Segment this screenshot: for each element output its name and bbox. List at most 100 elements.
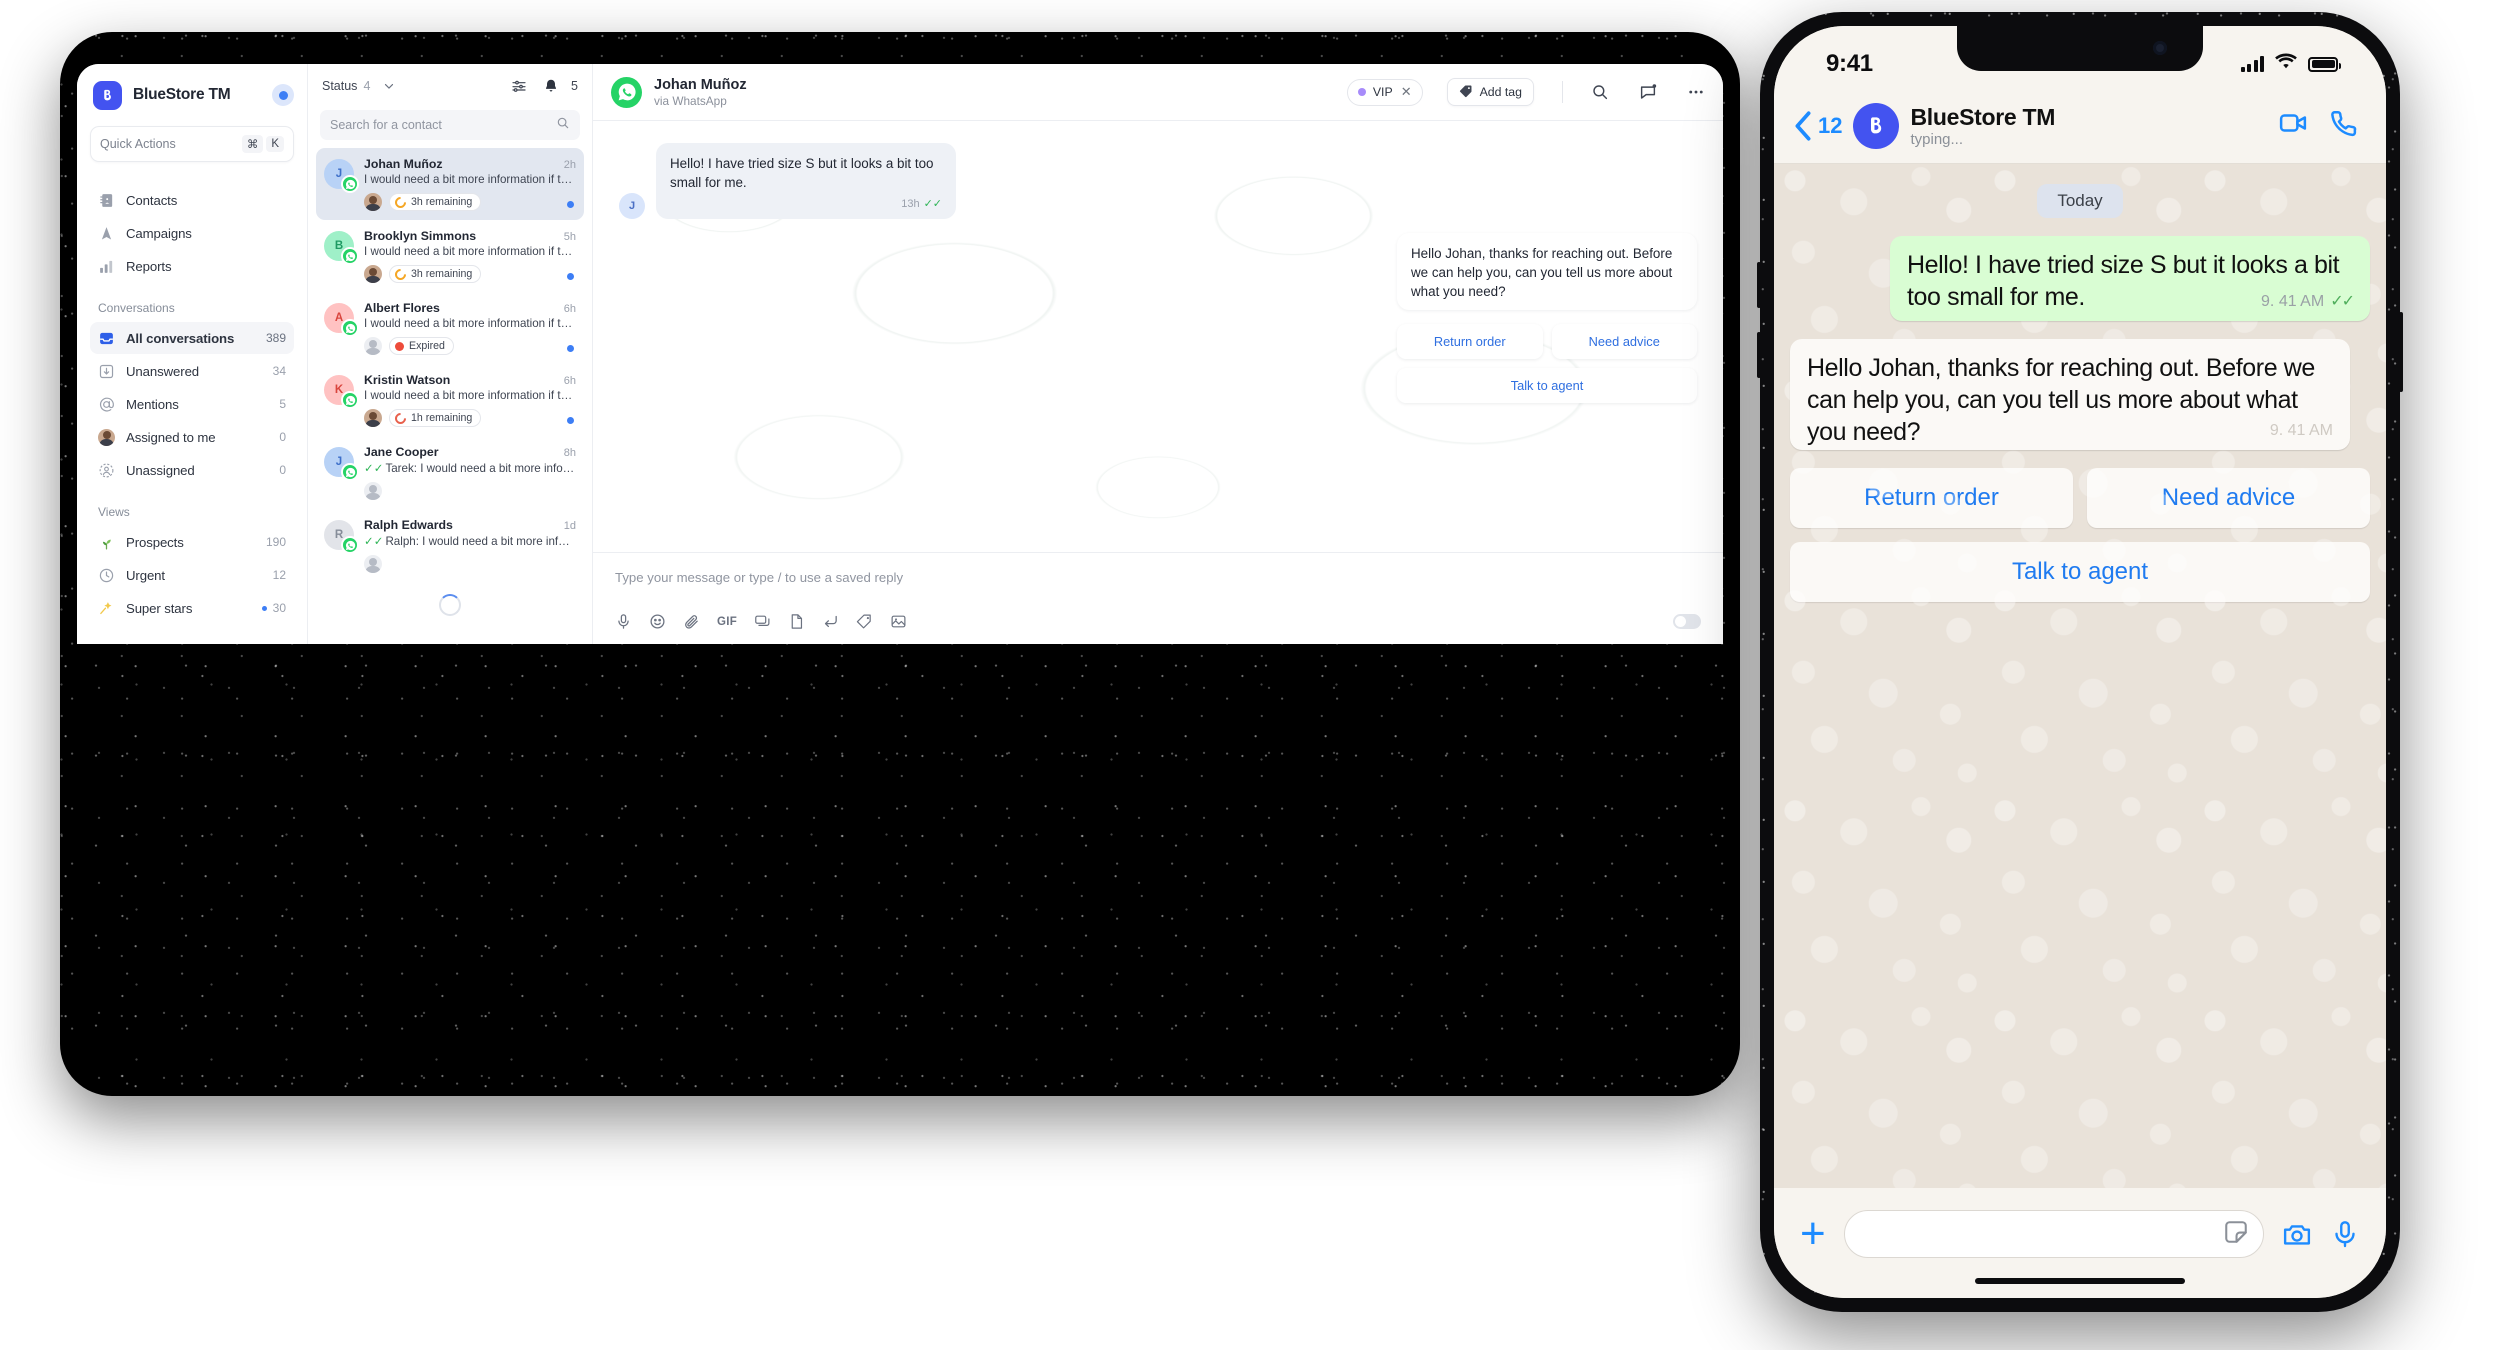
search-input[interactable]: Search for a contact <box>320 110 580 140</box>
tag-vip[interactable]: VIP ✕ <box>1346 78 1423 106</box>
sidebar-item-label: Urgent <box>126 567 165 583</box>
sidebar-item-campaigns[interactable]: Campaigns <box>90 217 294 249</box>
chevron-down-icon[interactable] <box>382 79 396 93</box>
message-preview: I would need a bit more information if t… <box>364 173 576 186</box>
add-tag-label: Add tag <box>1479 85 1522 99</box>
note-icon[interactable] <box>1639 83 1657 101</box>
attachment-icon[interactable] <box>683 613 700 630</box>
message-input[interactable] <box>1843 1210 2264 1258</box>
video-camera-icon[interactable] <box>2278 108 2308 143</box>
conversation-list-item[interactable]: B Brooklyn Simmons 5h I would need a bit… <box>316 220 584 292</box>
quick-reply-talk-to-agent[interactable]: Talk to agent <box>1790 542 2370 602</box>
conversation-list-item[interactable]: R Ralph Edwards 1d ✓✓ Ralph: I would need… <box>316 509 584 582</box>
filter-sliders-icon[interactable] <box>511 78 527 94</box>
message-row-outgoing: Hello! I have tried size S but it looks … <box>1790 236 2370 321</box>
message-list: J Hello! I have tried size S but it look… <box>593 121 1723 425</box>
status-bar-indicators <box>2240 52 2341 76</box>
quick-reply-need-advice[interactable]: Need advice <box>1551 324 1697 360</box>
composer-toggle[interactable] <box>1673 614 1701 629</box>
gif-icon[interactable]: GIF <box>717 616 737 628</box>
phone-notch <box>1957 26 2203 71</box>
volume-down-button[interactable] <box>1757 332 1761 378</box>
brand-row[interactable]: BlueStore TM <box>90 64 294 126</box>
quick-actions-input[interactable]: Quick Actions ⌘ K <box>90 126 294 162</box>
power-button[interactable] <box>2399 312 2403 392</box>
tag-icon[interactable] <box>856 613 873 630</box>
chat-message-area[interactable]: J Hello! I have tried size S but it look… <box>593 121 1723 552</box>
back-button[interactable]: 12 <box>1792 109 1842 143</box>
avatar: B <box>324 231 359 265</box>
quick-reply-return-order[interactable]: Return order <box>1397 324 1543 360</box>
whatsapp-icon <box>341 536 359 554</box>
sidebar-item-reports[interactable]: Reports <box>90 250 294 282</box>
message-composer[interactable]: Type your message or type / to use a sav… <box>593 552 1723 644</box>
message-time: 9. 41 AM <box>2269 422 2333 439</box>
status-badge-label: 1h remaining <box>411 412 473 424</box>
image-icon[interactable] <box>890 613 907 630</box>
bluestore-logo-icon[interactable] <box>1853 102 1900 149</box>
mic-icon[interactable] <box>2330 1219 2360 1249</box>
search-placeholder: Search for a contact <box>330 118 442 132</box>
sidebar-item-assigned-to-me[interactable]: Assigned to me 0 <box>90 421 294 453</box>
canned-reply-icon[interactable] <box>754 613 771 630</box>
quick-reply-talk-to-agent[interactable]: Talk to agent <box>1397 368 1697 404</box>
sidebar-item-label: All conversations <box>126 330 235 346</box>
conversation-list-item[interactable]: J Jane Cooper 8h ✓✓ Tarek: I would need a… <box>316 436 584 509</box>
emoji-icon[interactable] <box>649 613 666 630</box>
sidebar-item-mentions[interactable]: Mentions 5 <box>90 388 294 420</box>
conversation-list-item[interactable]: J Johan Muñoz 2h I would need a bit more… <box>316 148 584 220</box>
return-icon[interactable] <box>822 613 839 630</box>
sidebar-item-unanswered[interactable]: Unanswered 34 <box>90 355 294 387</box>
clock-icon <box>98 567 115 584</box>
unassigned-avatar <box>364 555 382 573</box>
sidebar-item-count: 0 <box>279 463 286 477</box>
whatsapp-message-area[interactable]: Today Hello! I have tried size S but it … <box>1774 164 2386 1188</box>
message-preview: Ralph: I would need a bit more informati… <box>385 535 576 548</box>
quick-replies: Return order Need advice Talk to agent <box>1397 324 1697 404</box>
quick-replies-row: Return order Need advice <box>1790 468 2370 528</box>
composer-toolbar: GIF <box>615 613 1701 630</box>
wifi-icon <box>2273 52 2299 76</box>
brand-name: BlueStore TM <box>133 86 231 103</box>
sidebar-item-super-stars[interactable]: Super stars 30 <box>90 592 294 624</box>
conversation-item-body: Ralph Edwards 1d ✓✓ Ralph: I would need a… <box>364 518 576 573</box>
chat-channel-label: via WhatsApp <box>654 93 727 108</box>
sidebar-item-all-conversations[interactable]: All conversations 389 <box>90 322 294 354</box>
sidebar-item-urgent[interactable]: Urgent 12 <box>90 559 294 591</box>
loading-spinner-icon <box>439 594 461 616</box>
message-time: 13h <box>901 198 920 211</box>
sidebar-item-count: 0 <box>279 430 286 444</box>
search-icon[interactable] <box>1591 83 1609 101</box>
chat-header: Johan Muñoz via WhatsApp VIP ✕ Add tag <box>593 64 1723 121</box>
conversation-item-body: Jane Cooper 8h ✓✓ Tarek: I would need a b… <box>364 445 576 500</box>
add-tag-button[interactable]: Add tag <box>1446 78 1534 106</box>
contact-name: Johan Muñoz <box>364 157 443 171</box>
sidebar-item-contacts[interactable]: Contacts <box>90 184 294 216</box>
camera-icon[interactable] <box>2282 1219 2312 1249</box>
conversation-list-item[interactable]: K Kristin Watson 6h I would need a bit m… <box>316 364 584 436</box>
bell-icon[interactable] <box>543 78 559 94</box>
phone-icon[interactable] <box>2328 108 2358 143</box>
whatsapp-chat-header: 12 BlueStore TM typing... <box>1774 88 2386 164</box>
sidebar-item-label: Super stars <box>126 600 193 616</box>
typing-status: typing... <box>1910 130 1964 148</box>
quick-reply-need-advice[interactable]: Need advice <box>2087 468 2370 528</box>
sidebar-item-unassigned[interactable]: Unassigned 0 <box>90 454 294 486</box>
conversation-list-scroll[interactable]: J Johan Muñoz 2h I would need a bit more… <box>308 148 592 644</box>
mic-icon[interactable] <box>615 613 632 630</box>
document-icon[interactable] <box>788 613 805 630</box>
volume-up-button[interactable] <box>1757 262 1761 308</box>
sidebar-item-prospects[interactable]: Prospects 190 <box>90 526 294 558</box>
close-icon[interactable]: ✕ <box>1401 84 1412 100</box>
whatsapp-icon <box>341 463 359 481</box>
unread-dot <box>567 417 574 424</box>
more-options-icon[interactable] <box>1687 83 1705 101</box>
avatar: J <box>619 193 645 220</box>
tag-color-dot <box>1357 88 1366 96</box>
status-badge-label: Expired <box>409 340 445 352</box>
status-filter-label[interactable]: Status <box>322 79 357 93</box>
front-camera-icon <box>2153 41 2167 55</box>
conversation-list-item[interactable]: A Albert Flores 6h I would need a bit mo… <box>316 292 584 364</box>
sticker-icon[interactable] <box>2223 1219 2249 1250</box>
quick-reply-return-order[interactable]: Return order <box>1790 468 2073 528</box>
